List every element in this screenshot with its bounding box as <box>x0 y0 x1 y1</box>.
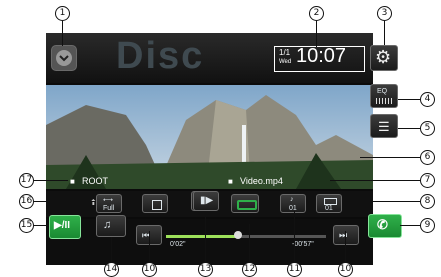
remaining-time: -00'57" <box>292 241 314 248</box>
video-playback-area[interactable]: ■ ROOT ■ Video.mp4 <box>46 85 373 189</box>
callout-17: 17 <box>19 173 34 188</box>
audio-button[interactable]: ♪ 01 <box>280 194 306 213</box>
play-pause-icon: ▶/II <box>54 220 71 231</box>
clock-time: 10:07 <box>296 45 347 67</box>
chevron-down-icon <box>56 50 72 66</box>
subtitle-number: 01 <box>325 205 333 212</box>
callout-4: 4 <box>420 92 435 107</box>
folder-name: ROOT <box>82 176 108 186</box>
list-button[interactable]: ☰ <box>370 114 398 138</box>
eq-label: EQ <box>377 88 388 95</box>
callout-10-left: 10 <box>142 262 157 277</box>
stop-icon <box>152 200 162 210</box>
function-bar-handle[interactable]: ⬆ <box>90 198 98 208</box>
callout-3: 3 <box>377 6 392 21</box>
media-switch-icon: ♫ <box>103 219 112 231</box>
play-pause-button[interactable]: ▶/II <box>49 215 81 239</box>
source-background-text: Disc <box>116 35 205 77</box>
callout-12: 12 <box>242 262 257 277</box>
repeat-button[interactable] <box>231 194 259 213</box>
audio-icon: ♪ <box>290 196 294 203</box>
callout-7: 7 <box>420 173 435 188</box>
skip-forward-button[interactable]: ⏭ <box>333 225 359 245</box>
progress-fill <box>166 235 238 238</box>
progress-track[interactable] <box>166 231 326 239</box>
media-switch-button[interactable]: ♫ <box>96 215 126 237</box>
file-icon: ■ <box>228 177 233 186</box>
stop-button[interactable] <box>142 194 168 213</box>
callout-8: 8 <box>420 194 435 209</box>
subtitle-icon <box>324 198 337 205</box>
callout-6: 6 <box>420 150 435 165</box>
audio-number: 01 <box>289 205 297 212</box>
gear-icon: ⚙ <box>375 47 392 67</box>
top-bar: Disc 1/1 Wed 10:07 <box>46 33 373 83</box>
eq-bars-icon <box>376 98 394 104</box>
slow-play-icon: ▮▶ <box>200 195 214 206</box>
slow-play-button[interactable]: ▮▶ <box>193 191 219 211</box>
phone-button[interactable]: ✆ <box>368 214 402 238</box>
date-month: 1/1 <box>279 48 291 57</box>
callout-9: 9 <box>420 218 435 233</box>
screen-mode-icon: ⟷ <box>103 197 114 204</box>
callout-14: 14 <box>104 262 119 277</box>
source-menu-button[interactable] <box>51 45 77 71</box>
date-weekday: Wed <box>279 59 292 65</box>
callout-10-right: 10 <box>338 262 353 277</box>
callout-2: 2 <box>309 6 324 21</box>
eq-button[interactable]: EQ <box>370 84 398 108</box>
callout-5: 5 <box>420 121 435 136</box>
repeat-icon <box>237 200 257 210</box>
phone-icon: ✆ <box>377 217 388 232</box>
elapsed-time: 0'02" <box>170 241 186 248</box>
subtitle-button[interactable]: 01 <box>316 194 342 213</box>
screen-mode-label: Full <box>103 205 115 212</box>
callout-1: 1 <box>55 6 70 21</box>
list-icon: ☰ <box>378 119 390 134</box>
callout-16: 16 <box>19 194 34 209</box>
video-frame-image <box>46 85 373 189</box>
screen-mode-button[interactable]: ⟷ Full <box>96 194 122 213</box>
callout-11: 11 <box>287 262 302 277</box>
callout-15: 15 <box>19 218 34 233</box>
callout-13: 13 <box>198 262 213 277</box>
folder-icon: ■ <box>70 177 75 186</box>
file-name: Video.mp4 <box>240 176 283 186</box>
progress-handle[interactable] <box>234 231 242 239</box>
settings-button[interactable]: ⚙ <box>370 45 398 71</box>
